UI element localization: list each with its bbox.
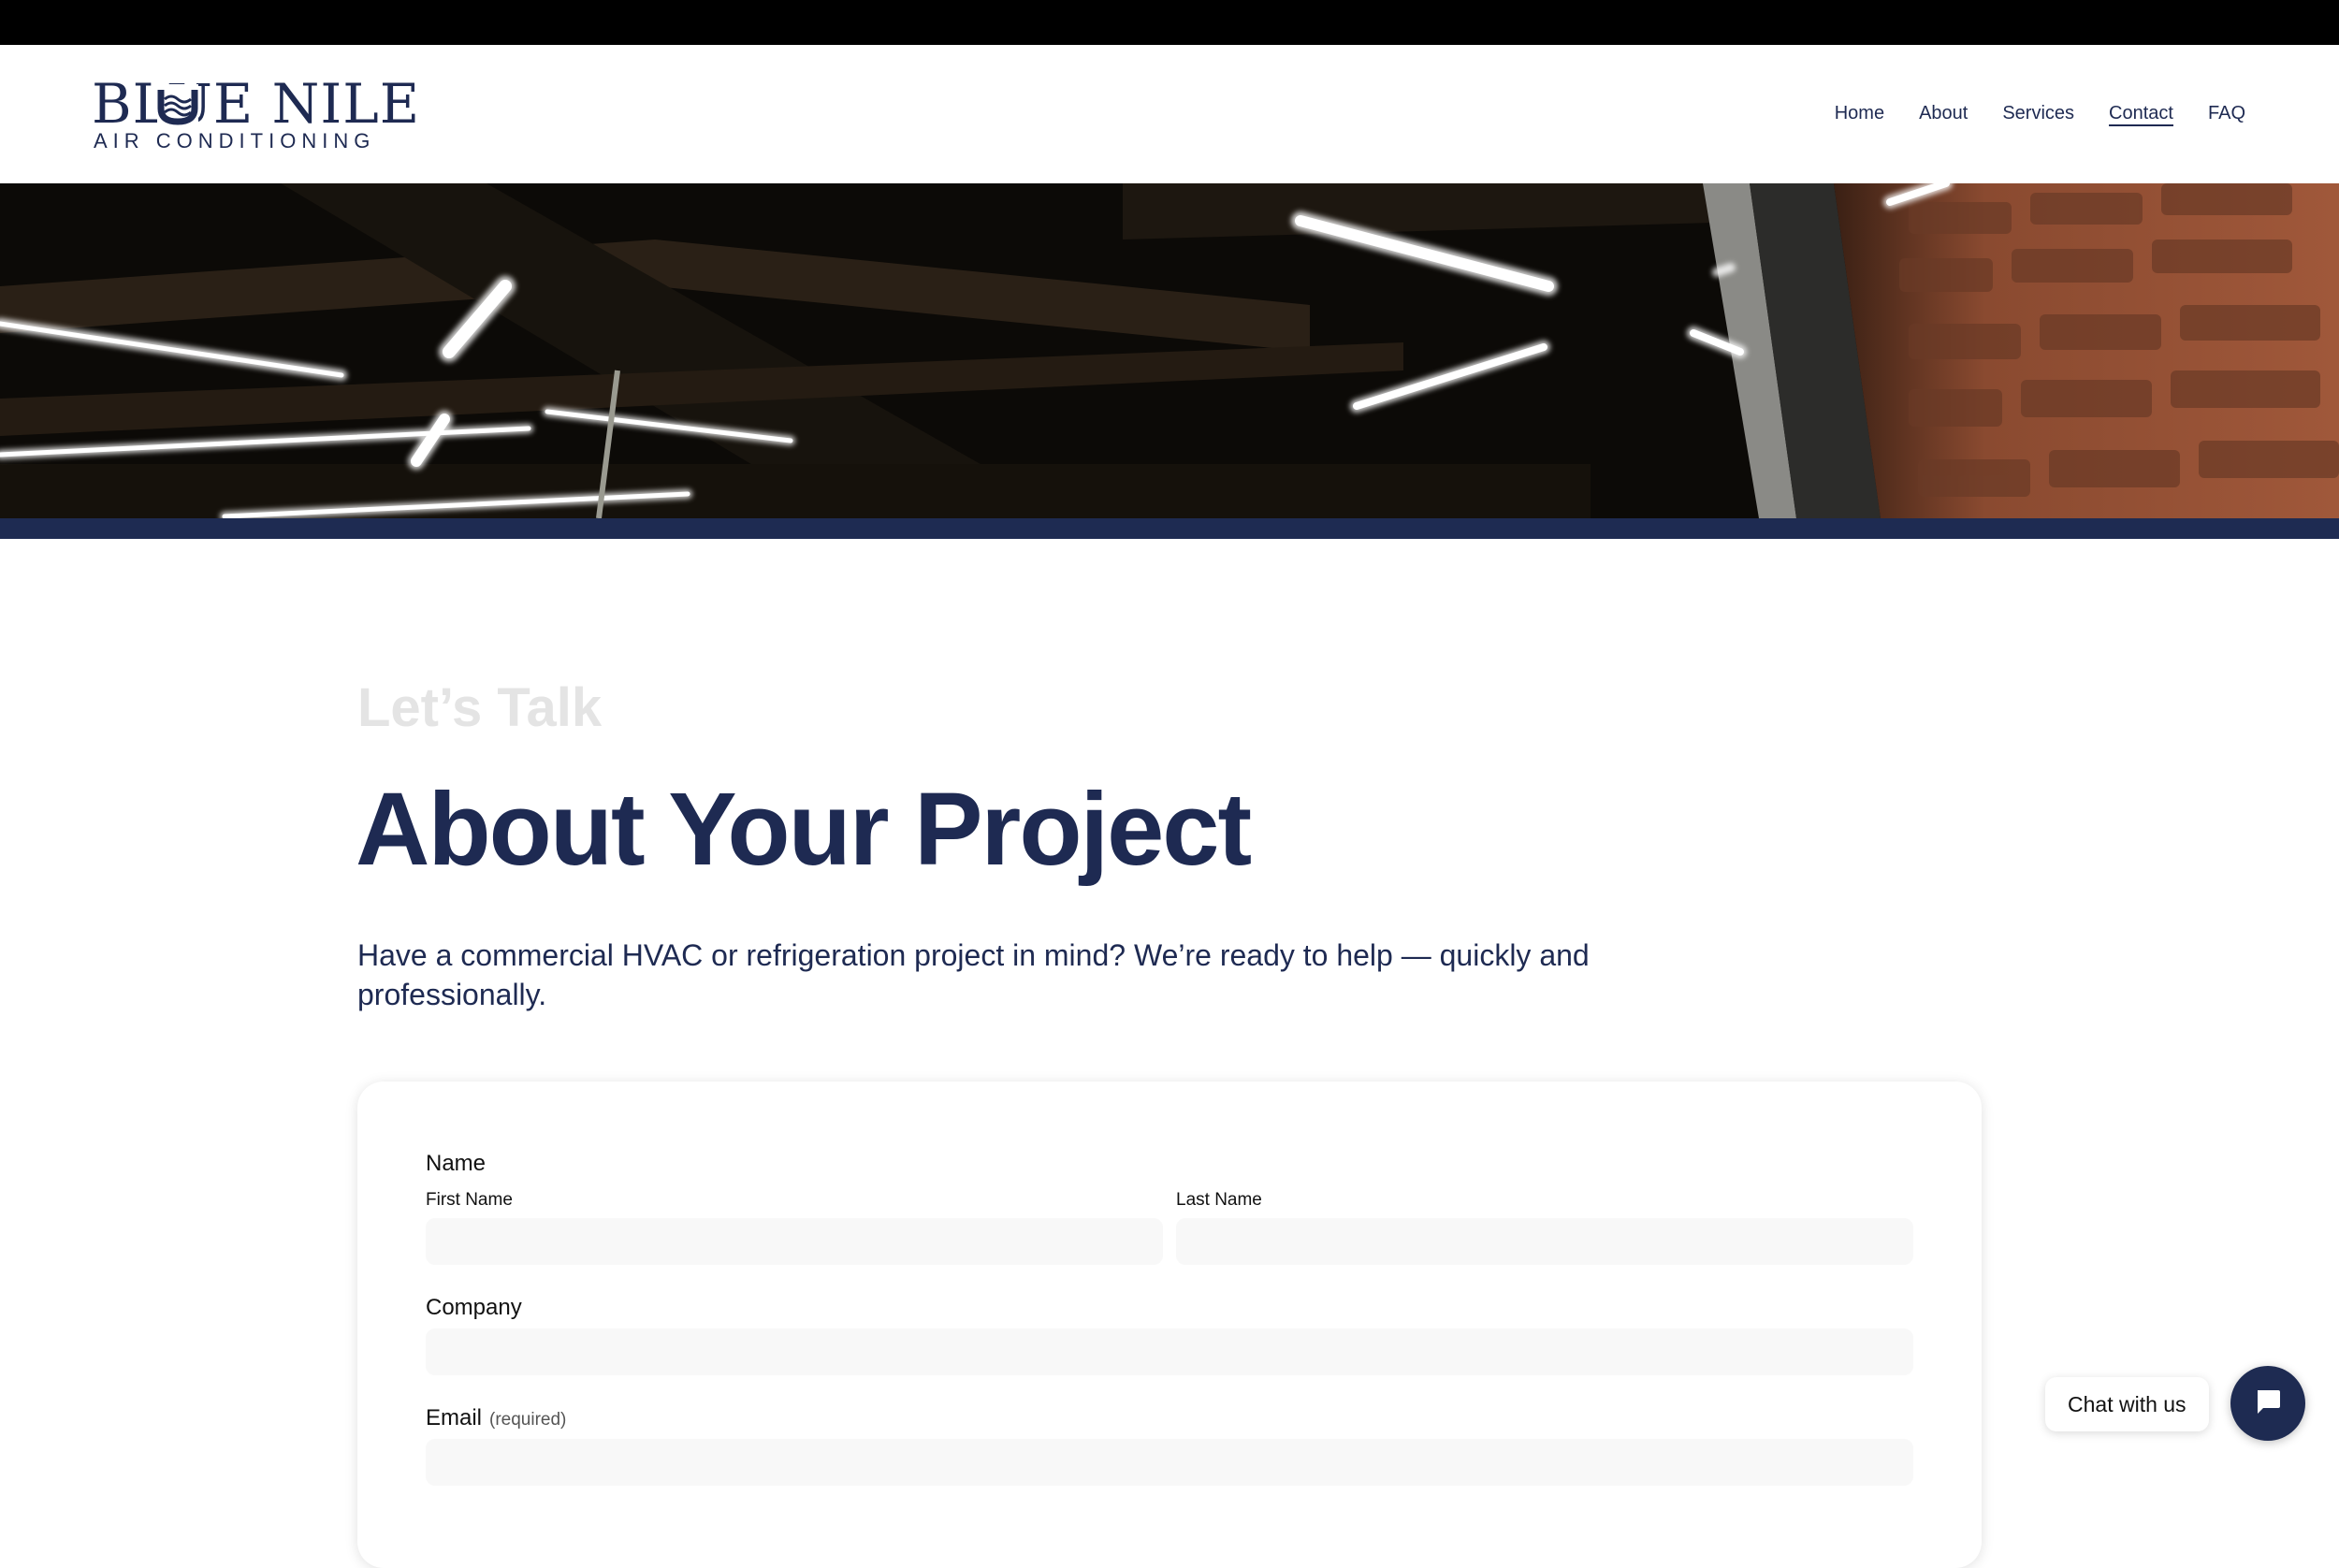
nav-faq[interactable]: FAQ [2208,101,2245,125]
nav-services[interactable]: Services [2002,101,2074,125]
intro-paragraph: Have a commercial HVAC or refrigeration … [357,938,1590,1011]
name-group-label: Name [426,1151,487,1176]
last-name-input[interactable] [1176,1218,1913,1265]
site-header: BLUE NILE AIR CONDITIONING Home About Se… [0,45,2339,183]
chat-bubble-icon [2253,1387,2283,1421]
logo-tagline: AIR CONDITIONING [94,129,376,152]
hero-banner-image [0,183,2339,518]
logo-wordmark: BLUE NILE [92,72,421,136]
company-label: Company [426,1295,522,1320]
email-label: Email (required) [426,1405,566,1431]
hero-accent-band [0,518,2339,539]
page-title: About Your Project [356,772,1252,887]
company-input[interactable] [426,1328,1913,1375]
last-name-label: Last Name [1176,1190,1262,1210]
top-black-bar [0,0,2339,45]
contact-form: Name First Name Last Name Company Email (… [357,1082,1982,1568]
main-nav: Home About Services Contact FAQ [1835,101,2245,125]
chat-with-us-label[interactable]: Chat with us [2045,1377,2209,1431]
nav-contact[interactable]: Contact [2109,101,2173,125]
email-input[interactable] [426,1439,1913,1486]
section-eyebrow: Let’s Talk [357,677,603,738]
first-name-label: First Name [426,1190,513,1210]
site-logo[interactable]: BLUE NILE AIR CONDITIONING [92,77,419,152]
logo-waves-icon [157,84,198,125]
first-name-input[interactable] [426,1218,1163,1265]
email-required-note: (required) [489,1410,567,1430]
nav-about[interactable]: About [1919,101,1968,125]
email-label-text: Email [426,1405,483,1430]
chat-button[interactable] [2230,1366,2305,1441]
nav-home[interactable]: Home [1835,101,1884,125]
